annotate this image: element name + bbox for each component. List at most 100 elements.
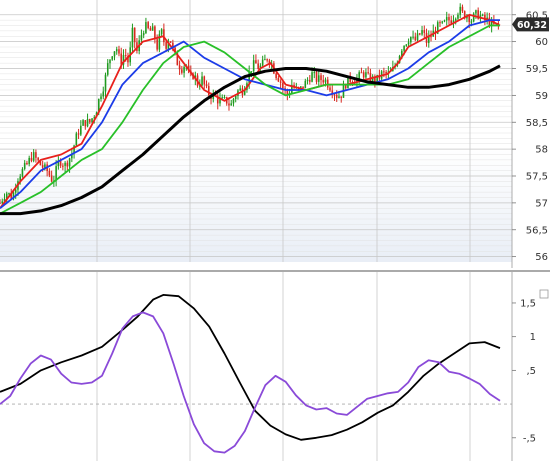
candle-body	[383, 71, 385, 73]
oscillator-tick-label: 1,5	[520, 298, 536, 309]
oscillator-tick-label: 1	[530, 332, 536, 343]
candle-body	[30, 157, 33, 161]
candle-body	[149, 28, 152, 31]
candle-body	[302, 86, 304, 89]
oscillator-tick-label: -,5	[523, 433, 536, 444]
candle-body	[109, 59, 111, 64]
candle-body	[264, 59, 266, 61]
candle-body	[140, 35, 143, 41]
candle-body	[333, 94, 336, 96]
candle-body	[228, 103, 230, 106]
candle-body	[169, 41, 172, 43]
candle-body	[326, 79, 329, 88]
candle-body	[178, 65, 181, 70]
oscillator-panel: 1,51,5-,5	[0, 272, 549, 461]
oscillator-y-axis: 1,51,5-,5	[511, 272, 549, 461]
candle-body	[165, 42, 167, 49]
candle-body	[104, 74, 107, 92]
candle-body	[62, 165, 64, 167]
candle-body	[181, 69, 183, 73]
price-tick-label: 57	[535, 198, 548, 209]
candle-body	[459, 6, 462, 15]
candle-body	[418, 33, 421, 35]
candle-body	[430, 36, 432, 38]
oscillator-line-2	[0, 311, 501, 454]
candle-body	[106, 63, 109, 75]
candle-body	[35, 152, 37, 158]
candle-body	[41, 165, 44, 168]
candle-body	[160, 29, 163, 35]
candle-body	[322, 80, 325, 83]
candle-body	[32, 152, 35, 161]
candle-body	[266, 59, 268, 61]
candle-body	[86, 119, 89, 127]
candle-body	[405, 44, 408, 46]
candle-body	[64, 162, 66, 166]
candle-body	[102, 91, 105, 97]
candle-body	[481, 14, 484, 16]
candle-body	[201, 76, 203, 86]
price-tick-label: 58	[535, 145, 548, 156]
candle-body	[131, 27, 134, 48]
candle-body	[360, 72, 363, 74]
candle-body	[1, 201, 4, 203]
chart-canvas: 60,56059,55958,55857,55756,556 60,32 1,5…	[0, 0, 550, 461]
candle-body	[320, 75, 322, 81]
candle-body	[468, 15, 470, 22]
candle-body	[313, 72, 316, 74]
candle-body	[470, 21, 473, 23]
candle-body	[412, 36, 414, 38]
candle-body	[315, 72, 318, 82]
candle-body	[28, 157, 30, 165]
candle-body	[443, 20, 446, 22]
candle-body	[151, 26, 154, 31]
candle-body	[282, 82, 284, 89]
candle-body	[84, 120, 87, 127]
last-price-label: 60,32	[517, 20, 547, 31]
candle-body	[239, 88, 242, 91]
candle-body	[0, 202, 1, 204]
price-tick-label: 58,5	[526, 118, 548, 129]
candle-body	[279, 81, 282, 83]
candle-body	[221, 97, 224, 99]
price-tick-label: 60	[535, 37, 548, 48]
candle-body	[277, 78, 280, 82]
candle-body	[111, 56, 114, 60]
candle-body	[8, 193, 10, 195]
candle-body	[26, 162, 28, 165]
candle-body	[317, 75, 320, 82]
candle-body	[275, 73, 277, 79]
candle-body	[308, 80, 311, 82]
candle-body	[68, 158, 71, 167]
candle-body	[223, 96, 226, 98]
candle-body	[48, 171, 51, 176]
candle-body	[441, 21, 444, 23]
oscillator-axis-handle[interactable]	[539, 289, 549, 299]
candle-body	[147, 22, 149, 29]
candle-body	[234, 95, 237, 99]
candle-body	[82, 120, 84, 126]
candle-body	[23, 162, 26, 169]
candle-body	[367, 72, 369, 74]
candle-body	[410, 36, 412, 43]
candle-body	[403, 45, 405, 51]
price-tick-label: 56	[535, 252, 548, 263]
candle-body	[133, 27, 136, 43]
candle-body	[118, 49, 120, 54]
candle-body	[439, 22, 441, 24]
candle-body	[113, 51, 116, 57]
candle-body	[257, 63, 259, 69]
candle-body	[154, 26, 156, 40]
candle-body	[329, 87, 331, 91]
candle-body	[232, 98, 235, 104]
candle-body	[416, 33, 419, 41]
candle-body	[14, 189, 17, 193]
candle-body	[115, 49, 118, 52]
price-tick-label: 56,5	[526, 225, 548, 236]
candle-body	[461, 6, 464, 12]
candle-body	[183, 66, 185, 73]
price-tick-label: 59	[535, 91, 548, 102]
candle-body	[445, 17, 448, 21]
candle-body	[358, 72, 360, 79]
price-panel: 60,56059,55958,55857,55756,556 60,32	[0, 0, 549, 268]
